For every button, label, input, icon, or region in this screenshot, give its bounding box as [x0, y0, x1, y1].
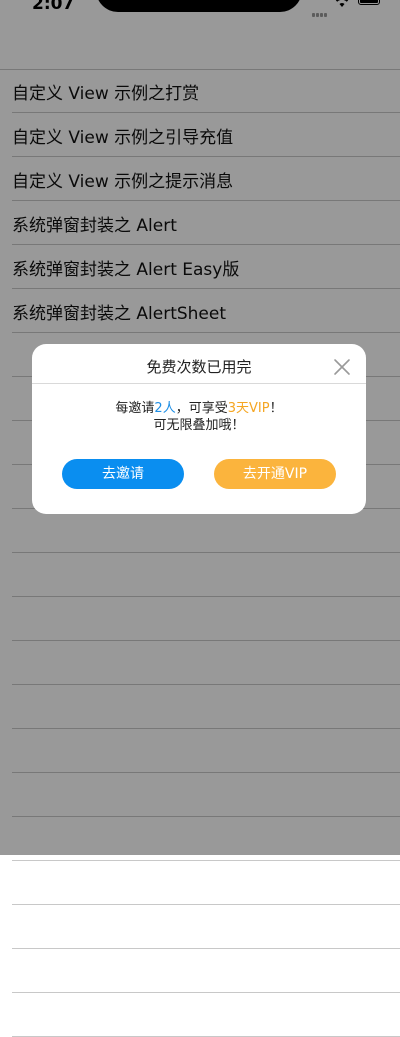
empty-row [12, 861, 400, 905]
open-vip-button[interactable]: 去开通VIP [214, 459, 336, 489]
empty-row [12, 993, 400, 1037]
empty-row [12, 905, 400, 949]
message-middle: ，可享受 [175, 401, 228, 416]
invite-count: 2人 [154, 401, 176, 416]
message-suffix: ！ [269, 401, 283, 416]
empty-row [12, 949, 400, 993]
vip-reward: 3天VIP [227, 401, 270, 416]
dialog-title: 免费次数已用完 [146, 358, 252, 376]
dialog-divider [32, 383, 366, 384]
dialog-message: 每邀请2人，可享受3天VIP！ 可无限叠加哦！ [32, 400, 366, 434]
alert-dialog: 免费次数已用完 每邀请2人，可享受3天VIP！ 可无限叠加哦！ 去邀请 去开通V… [32, 344, 366, 514]
message-prefix: 每邀请 [115, 401, 155, 416]
close-icon[interactable] [332, 357, 352, 377]
invite-button[interactable]: 去邀请 [62, 459, 184, 489]
message-line-2: 可无限叠加哦！ [153, 418, 245, 433]
